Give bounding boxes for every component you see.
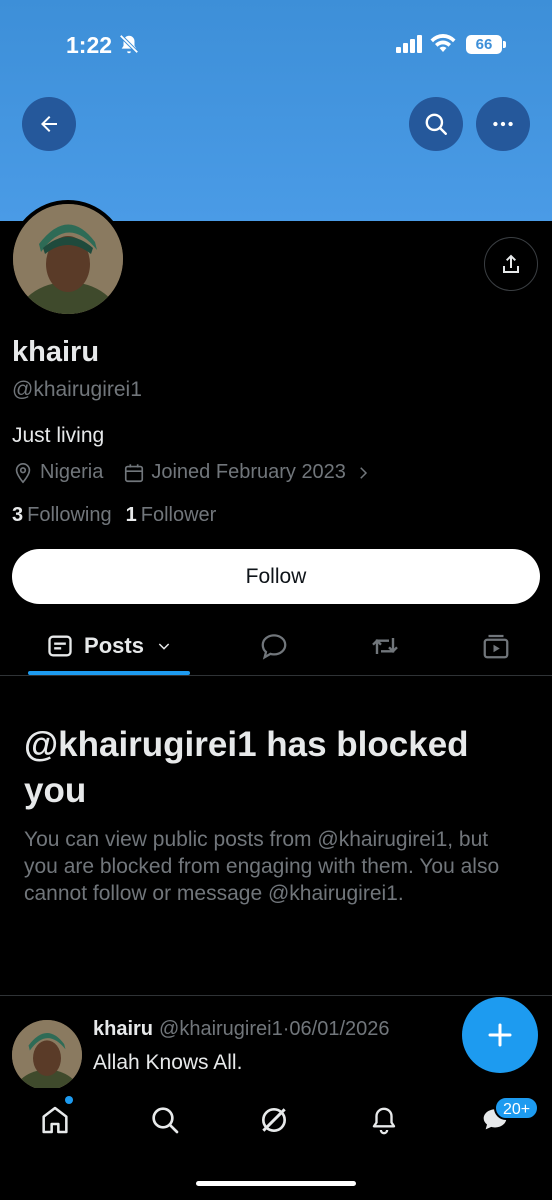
wifi-icon — [430, 34, 456, 52]
search-icon — [152, 1107, 179, 1134]
divider — [0, 995, 552, 996]
post-avatar-image — [12, 1020, 82, 1090]
battery-indicator: 66 — [466, 35, 502, 54]
location-item: Nigeria — [12, 461, 103, 484]
status-bar: 1:22 66 — [0, 0, 552, 90]
post-avatar[interactable] — [12, 1020, 82, 1090]
messages-badge: 20+ — [494, 1096, 540, 1120]
tab-reposts[interactable] — [355, 618, 415, 674]
nav-home[interactable] — [35, 1100, 75, 1140]
following-link[interactable]: 3 Following — [12, 504, 112, 527]
location-pin-icon — [15, 462, 31, 483]
nav-grok[interactable] — [254, 1100, 294, 1140]
profile-bio: Just living — [12, 424, 105, 447]
profile-handle: @khairugirei1 — [12, 378, 142, 401]
calendar-icon — [125, 463, 144, 482]
tab-replies[interactable] — [244, 618, 304, 674]
active-tab-indicator — [28, 671, 190, 675]
more-icon — [493, 121, 513, 127]
follow-counts: 3 Following 1 Follower — [12, 504, 230, 527]
home-indicator — [196, 1181, 356, 1186]
share-button[interactable] — [484, 237, 538, 291]
tab-posts[interactable]: Posts — [28, 618, 190, 674]
location-text: Nigeria — [40, 461, 104, 483]
tab-media[interactable] — [466, 618, 526, 674]
battery-tip — [503, 41, 506, 48]
more-options-button[interactable] — [476, 97, 530, 151]
blocked-title: @khairugirei1 has blocked you — [24, 725, 469, 810]
post-header: khairu @khairugirei1·06/01/2026 — [93, 1018, 390, 1041]
following-label: Following — [27, 504, 112, 526]
home-notification-dot — [65, 1096, 73, 1104]
tab-posts-label: Posts — [84, 633, 144, 658]
joined-text: Joined February 2023 — [151, 461, 346, 483]
compose-button[interactable] — [462, 997, 538, 1073]
profile-meta: Nigeria Joined February 2023 — [12, 461, 398, 484]
arrow-left-icon — [41, 116, 57, 132]
bell-icon — [372, 1107, 396, 1135]
post-author-name: khairu — [93, 1018, 154, 1040]
avatar-image — [13, 204, 123, 314]
signal-icon — [396, 35, 422, 53]
followers-count: 1 — [125, 504, 137, 526]
media-icon — [483, 634, 509, 659]
search-button[interactable] — [409, 97, 463, 151]
post-author-handle: @khairugirei1 — [159, 1018, 283, 1040]
post-date: 06/01/2026 — [289, 1018, 390, 1040]
blocked-message: You can view public posts from @khairugi… — [24, 828, 500, 905]
nav-notifications[interactable] — [364, 1100, 404, 1140]
grok-icon — [262, 1108, 286, 1132]
followers-label: Follower — [140, 504, 217, 526]
home-icon — [42, 1106, 68, 1134]
status-time: 1:22 — [66, 32, 113, 58]
chevron-right-icon — [360, 466, 367, 479]
joined-item[interactable]: Joined February 2023 — [123, 461, 378, 484]
share-icon — [503, 254, 519, 273]
nav-search[interactable] — [145, 1100, 185, 1140]
post-text: Allah Knows All. — [93, 1051, 243, 1074]
followers-link[interactable]: 1 Follower — [126, 504, 217, 527]
posts-icon — [48, 635, 72, 657]
reply-icon — [261, 634, 287, 660]
plus-icon — [488, 1023, 512, 1047]
follow-button[interactable]: Follow — [12, 549, 540, 604]
chevron-down-icon — [158, 643, 170, 650]
profile-avatar[interactable] — [9, 200, 127, 318]
following-count: 3 — [12, 504, 24, 526]
search-icon — [425, 113, 447, 135]
back-button[interactable] — [22, 97, 76, 151]
profile-tabs: Posts — [0, 618, 552, 676]
profile-name: khairu — [12, 336, 100, 368]
repost-icon — [372, 638, 398, 654]
bell-off-icon — [119, 34, 139, 54]
